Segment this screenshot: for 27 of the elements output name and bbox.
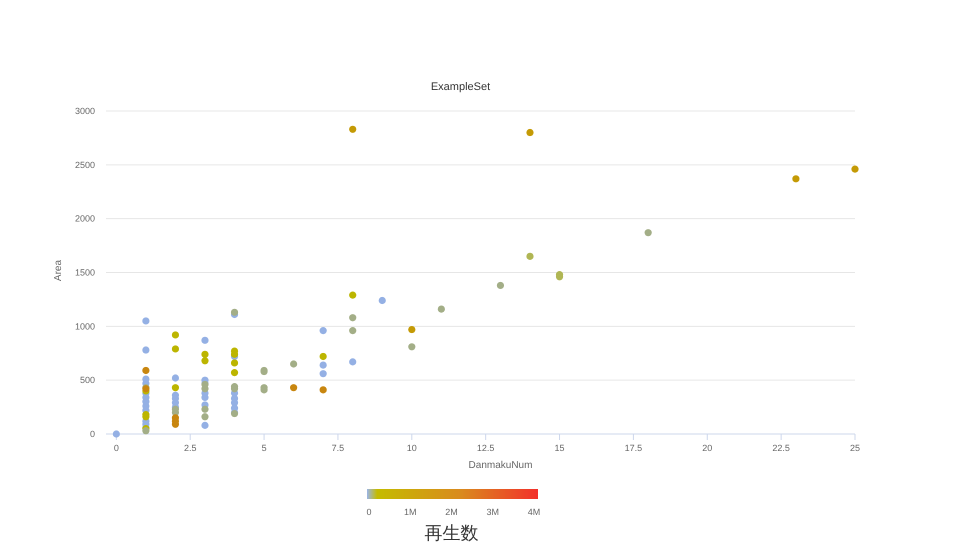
y-axis-title: Area: [53, 260, 64, 282]
y-tick-label: 1000: [74, 321, 95, 332]
y-tick-label: 1500: [74, 268, 95, 278]
x-axis-title: DanmakuNum: [468, 460, 532, 471]
color-scale-label: 1M: [404, 507, 416, 517]
x-tick-label: 17.5: [624, 443, 642, 453]
x-tick-label: 15: [554, 443, 565, 453]
x-tick-label: 7.5: [332, 443, 344, 453]
x-tick-label: 10: [406, 443, 417, 453]
x-tick-label: 12.5: [476, 443, 494, 453]
x-tick-label: 20: [702, 443, 712, 453]
x-tick-label: 25: [850, 443, 860, 453]
color-scale-label: 2M: [445, 507, 458, 517]
color-scale-label: 3M: [486, 507, 499, 517]
x-tick-label: 5: [262, 443, 267, 453]
y-tick-label: 3000: [74, 106, 95, 116]
chart-title: ExampleSet: [430, 81, 490, 93]
color-scale-title: 再生数: [424, 523, 478, 543]
y-tick-label: 2500: [74, 160, 95, 170]
y-tick-label: 2000: [74, 214, 95, 224]
y-tick-label: 500: [80, 375, 95, 386]
x-tick-label: 22.5: [772, 443, 790, 453]
x-tick-label: 2.5: [184, 443, 196, 453]
y-tick-label: 0: [90, 429, 95, 439]
color-scale-label: 0: [366, 507, 372, 517]
color-scale-label: 4M: [528, 507, 540, 517]
x-tick-label: 0: [114, 443, 119, 453]
